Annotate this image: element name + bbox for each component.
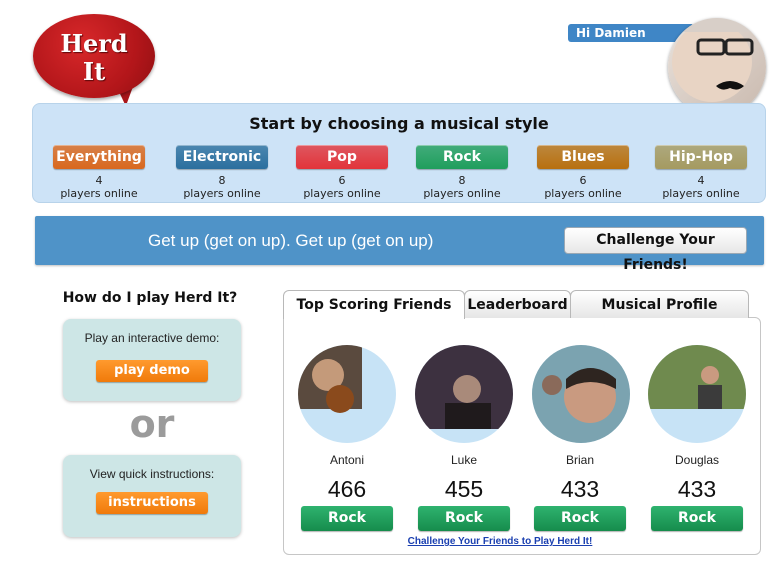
genre-button-pop[interactable]: Pop: [296, 145, 388, 169]
friend-avatar-brian[interactable]: [532, 345, 630, 443]
friend-score-luke: 455: [444, 476, 484, 502]
players-online-label: players online: [303, 187, 381, 200]
friend-avatar-luke[interactable]: [415, 345, 513, 443]
genre-button-blues[interactable]: Blues: [537, 145, 629, 169]
tab-top-scoring-friends[interactable]: Top Scoring Friends: [283, 290, 465, 319]
friend-avatar-antoni[interactable]: [298, 345, 396, 443]
genre-button-hip-hop[interactable]: Hip-Hop: [655, 145, 747, 169]
genre-count-everything: 4: [95, 174, 103, 187]
genre-button-electronic[interactable]: Electronic: [176, 145, 268, 169]
friend-name-luke: Luke: [450, 453, 478, 467]
friend-score-douglas: 433: [677, 476, 717, 502]
players-online-label: players online: [662, 187, 740, 200]
genre-count-blues: 6: [579, 174, 587, 187]
style-chooser-title: Start by choosing a musical style: [249, 114, 549, 133]
genre-count-electronic: 8: [218, 174, 226, 187]
friend-genre-button-brian[interactable]: Rock: [534, 506, 626, 531]
challenge-friends-link[interactable]: Challenge Your Friends to Play Herd It!: [283, 536, 717, 547]
friend-photo-antoni: [298, 345, 362, 413]
tab-leaderboard[interactable]: Leaderboard: [464, 290, 571, 318]
user-avatar[interactable]: [668, 18, 766, 116]
friend-score-antoni: 466: [327, 476, 367, 502]
friend-genre-button-antoni[interactable]: Rock: [301, 506, 393, 531]
tab-musical-profile[interactable]: Musical Profile: [570, 290, 749, 318]
players-online-label: players online: [60, 187, 138, 200]
friend-photo-luke: [415, 345, 513, 429]
genre-count-rock: 8: [458, 174, 466, 187]
friend-photo-douglas: [648, 345, 746, 409]
logo-text-line1: Herd: [60, 29, 128, 58]
logo-text-line2: It: [82, 57, 106, 86]
user-avatar-image: [668, 18, 766, 102]
friend-name-antoni: Antoni: [329, 453, 365, 467]
play-demo-button[interactable]: play demo: [96, 360, 208, 382]
how-to-play-title: How do I play Herd It?: [62, 290, 238, 306]
friend-avatar-douglas[interactable]: [648, 345, 746, 443]
banner-lyric-text: Get up (get on up). Get up (get on up): [148, 231, 434, 250]
players-online-label: players online: [183, 187, 261, 200]
friend-genre-button-douglas[interactable]: Rock: [651, 506, 743, 531]
friend-name-brian: Brian: [565, 453, 594, 467]
friend-name-douglas: Douglas: [674, 453, 720, 467]
instructions-prompt: View quick instructions:: [89, 467, 215, 481]
genre-button-rock[interactable]: Rock: [416, 145, 508, 169]
genre-count-pop: 6: [338, 174, 346, 187]
friend-genre-button-luke[interactable]: Rock: [418, 506, 510, 531]
friend-photo-brian: [532, 345, 630, 443]
or-divider: or: [129, 402, 175, 446]
players-online-label: players online: [423, 187, 501, 200]
challenge-friends-button[interactable]: Challenge Your Friends!: [564, 227, 747, 273]
players-online-label: players online: [544, 187, 622, 200]
instructions-button[interactable]: instructions: [96, 492, 208, 514]
friend-score-brian: 433: [560, 476, 600, 502]
genre-button-everything[interactable]: Everything: [53, 145, 145, 169]
demo-prompt: Play an interactive demo:: [84, 331, 220, 345]
genre-count-hip-hop: 4: [697, 174, 705, 187]
